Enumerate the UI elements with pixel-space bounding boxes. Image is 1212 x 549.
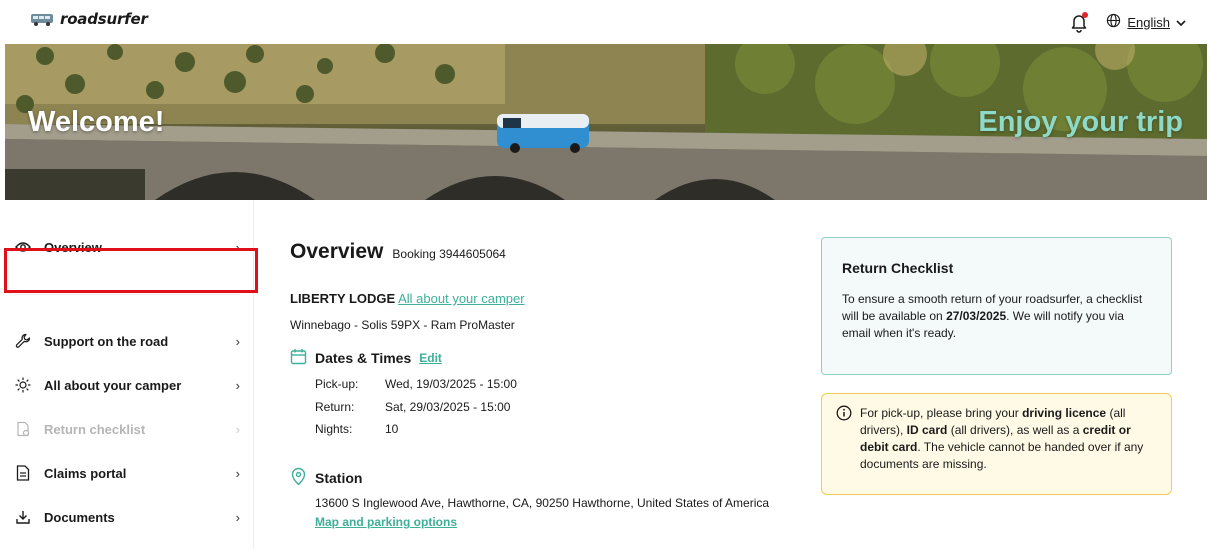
info-bold-part: driving licence	[1022, 406, 1107, 420]
info-bold-part: ID card	[906, 423, 948, 437]
location-pin-icon	[290, 467, 307, 489]
info-icon	[836, 405, 852, 494]
chevron-right-icon: ›	[235, 333, 240, 349]
download-icon	[14, 508, 32, 526]
edit-dates-link[interactable]: Edit	[419, 351, 442, 365]
station-heading: Station	[315, 470, 363, 486]
hero-banner: Welcome! Enjoy your trip	[5, 44, 1207, 200]
pickup-row: Pick-up: Wed, 19/03/2025 - 15:00	[315, 377, 517, 391]
sidebar-item-label: Return checklist	[44, 421, 146, 437]
camper-name: LIBERTY LODGE	[290, 291, 396, 306]
calendar-icon	[290, 348, 307, 368]
sidebar-item-label: All about your camper	[44, 377, 182, 393]
notification-bell-icon[interactable]	[1068, 11, 1090, 33]
chevron-right-icon: ›	[235, 421, 240, 437]
highlight-box	[4, 248, 258, 293]
language-label: English	[1127, 14, 1170, 30]
return-checklist-date: 27/03/2025	[946, 309, 1007, 323]
chevron-down-icon	[1176, 15, 1186, 30]
language-selector[interactable]: English	[1106, 13, 1186, 31]
sidebar-item-label: Support on the road	[44, 333, 169, 349]
sidebar-item-label: Claims portal	[44, 465, 127, 481]
return-checklist-text: To ensure a smooth return of your roadsu…	[842, 291, 1151, 342]
checklist-icon	[14, 420, 32, 438]
camper-heading: LIBERTY LODGE All about your camper	[290, 291, 525, 306]
globe-icon	[1106, 13, 1121, 31]
chevron-right-icon: ›	[235, 509, 240, 525]
camper-info-link[interactable]: All about your camper	[398, 291, 524, 306]
pickup-label: Pick-up:	[315, 377, 359, 391]
hero-tagline: Enjoy your trip	[978, 106, 1183, 138]
brand-logo[interactable]: roadsurfer	[30, 10, 148, 28]
sidebar-item-label: Documents	[44, 509, 115, 525]
hero-welcome-text: Welcome!	[28, 106, 165, 138]
van-logo-icon	[30, 11, 54, 27]
return-label: Return:	[315, 400, 355, 414]
nights-row: Nights: 10	[315, 422, 398, 436]
nights-value: 10	[385, 422, 399, 436]
sidebar-item-claims-portal[interactable]: Claims portal ›	[14, 457, 240, 489]
sidebar-divider	[14, 294, 240, 295]
sidebar-item-return-checklist: Return checklist ›	[14, 413, 240, 445]
pickup-info-text: For pick-up, please bring your driving l…	[860, 405, 1151, 494]
return-row: Return: Sat, 29/03/2025 - 15:00	[315, 400, 510, 414]
brand-name: roadsurfer	[60, 10, 148, 28]
document-icon	[14, 464, 32, 482]
return-checklist-card: Return Checklist To ensure a smooth retu…	[821, 237, 1172, 375]
camper-model: Winnebago - Solis 59PX - Ram ProMaster	[290, 318, 515, 332]
sidebar-item-camper[interactable]: All about your camper ›	[14, 369, 240, 401]
dates-section-header: Dates & Times Edit	[290, 348, 442, 368]
info-text-part: For pick-up, please bring your	[860, 406, 1023, 420]
chevron-right-icon: ›	[235, 465, 240, 481]
top-bar: roadsurfer English	[0, 0, 1212, 44]
return-checklist-title: Return Checklist	[842, 260, 954, 276]
info-text-part: (all drivers), as well as a	[947, 423, 1083, 437]
station-section-header: Station	[290, 467, 362, 489]
nights-label: Nights:	[315, 422, 353, 436]
return-value: Sat, 29/03/2025 - 15:00	[385, 400, 511, 414]
station-address: 13600 S Inglewood Ave, Hawthorne, CA, 90…	[315, 496, 770, 510]
dates-heading: Dates & Times	[315, 350, 412, 366]
chevron-right-icon: ›	[235, 377, 240, 393]
booking-number: Booking 3944605064	[392, 247, 506, 261]
page-title: Overview	[290, 240, 384, 263]
sidebar-item-support[interactable]: Support on the road ›	[14, 325, 240, 357]
overview-header: Overview Booking 3944605064	[290, 240, 506, 264]
pickup-value: Wed, 19/03/2025 - 15:00	[385, 377, 517, 391]
sun-icon	[14, 376, 32, 394]
wrench-icon	[14, 332, 32, 350]
sidebar-item-documents[interactable]: Documents ›	[14, 501, 240, 533]
map-parking-link[interactable]: Map and parking options	[315, 515, 457, 529]
pickup-info-card: For pick-up, please bring your driving l…	[821, 393, 1172, 495]
